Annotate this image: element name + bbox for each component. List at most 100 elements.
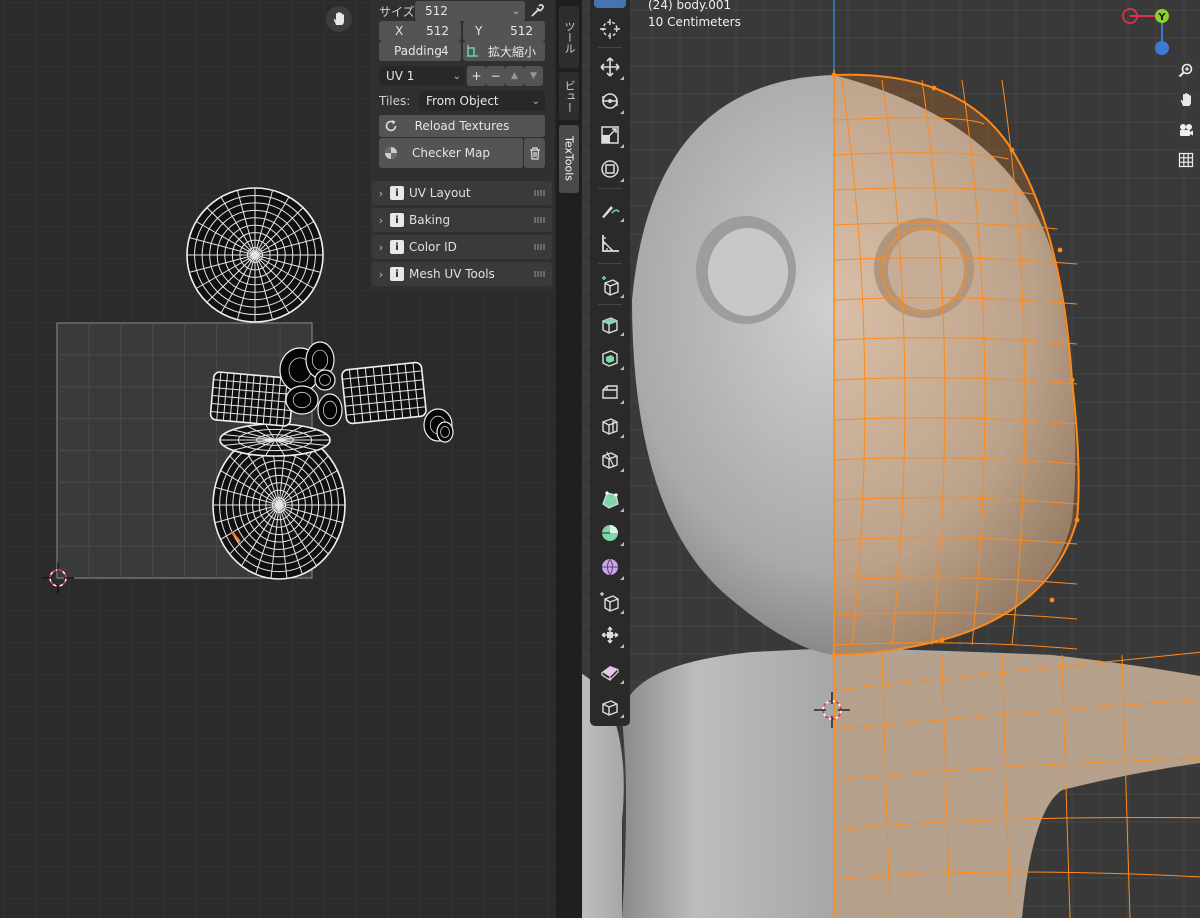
smooth-tool-icon[interactable] — [594, 552, 626, 582]
scale-button[interactable]: 拡大縮小 — [463, 41, 545, 61]
navigation-gizmo: Y — [1122, 8, 1169, 55]
chevron-down-icon: ⌄ — [531, 95, 540, 107]
trash-icon[interactable] — [524, 138, 545, 168]
rotate-tool-icon[interactable] — [594, 86, 626, 116]
uv-editor[interactable]: サイズ: 512 ⌄ X 512 Y 512 Padding 4 拡大縮小 UV… — [0, 0, 560, 918]
size-y-field[interactable]: Y 512 — [463, 21, 545, 41]
edge-slide-tool-icon[interactable] — [594, 586, 626, 616]
chevron-right-icon: › — [378, 213, 384, 227]
cursor-tool-icon[interactable] — [594, 14, 626, 44]
y-label: Y — [475, 24, 483, 38]
tiles-label: Tiles: — [379, 94, 411, 108]
scale-tool-icon[interactable] — [594, 120, 626, 150]
annotate-tool-icon[interactable] — [594, 194, 626, 224]
padding-field[interactable]: Padding 4 — [379, 41, 461, 61]
chevron-down-icon: ⌄ — [452, 70, 461, 82]
object-name-text: (24) body.001 — [648, 0, 732, 12]
reload-textures-button[interactable]: Reload Textures — [379, 115, 545, 137]
section-color-id[interactable]: › i Color ID — [372, 235, 552, 259]
section-baking[interactable]: › i Baking — [372, 208, 552, 232]
pan-hand-icon[interactable] — [1174, 88, 1198, 112]
add-cube-tool-icon[interactable] — [594, 270, 626, 300]
uv-island-left-arm — [209, 371, 295, 427]
add-uv-icon[interactable]: + — [467, 66, 486, 86]
info-icon: i — [390, 213, 404, 227]
3d-viewport[interactable]: Y (24) body.001 10 Centimeters — [582, 0, 1200, 918]
grid-scale-text: 10 Centimeters — [648, 15, 741, 29]
size-label: サイズ: — [379, 4, 419, 19]
tab-tool[interactable]: ツール — [559, 6, 579, 68]
move-down-icon[interactable]: ▼ — [524, 66, 543, 86]
checker-icon — [385, 147, 397, 159]
chevron-right-icon: › — [378, 267, 384, 281]
reload-label: Reload Textures — [414, 119, 510, 133]
inset-tool-icon[interactable] — [594, 342, 626, 372]
viewport-info: (24) body.001 10 Centimeters — [648, 0, 741, 31]
reload-icon — [385, 120, 397, 132]
info-icon: i — [390, 240, 404, 254]
uv-map-dropdown[interactable]: UV 1 ⌄ — [379, 66, 465, 86]
section-label: UV Layout — [409, 186, 471, 200]
sidebar-tabs: ツール ビュー TexTools — [556, 0, 582, 918]
checker-map-button[interactable]: Checker Map — [379, 138, 523, 168]
size-dropdown[interactable]: 512 ⌄ — [415, 1, 525, 21]
padding-label: Padding — [394, 44, 442, 58]
y-value: 512 — [510, 24, 533, 38]
grid-icon[interactable] — [1174, 148, 1198, 172]
select-box-tool-icon[interactable] — [594, 0, 626, 8]
shear-tool-icon[interactable] — [594, 656, 626, 686]
checker-label: Checker Map — [412, 146, 490, 160]
section-uv-layout[interactable]: › i UV Layout — [372, 181, 552, 205]
drag-grip-icon[interactable] — [534, 244, 546, 250]
drag-grip-icon[interactable] — [534, 190, 546, 196]
transform-tool-icon[interactable] — [594, 154, 626, 184]
uv-island-torso — [219, 423, 331, 457]
spin-tool-icon[interactable] — [594, 518, 626, 548]
poly-build-tool-icon[interactable] — [594, 484, 626, 514]
tool-shelf — [590, 0, 630, 726]
extrude-tool-icon[interactable] — [594, 308, 626, 338]
uv-map-value: UV 1 — [386, 69, 415, 83]
knife-tool-icon[interactable] — [594, 444, 626, 474]
section-label: Baking — [409, 213, 451, 227]
size-value: 512 — [425, 4, 448, 18]
eyedropper-icon[interactable] — [528, 1, 546, 21]
viewport-canvas[interactable]: Y — [582, 0, 1200, 918]
size-x-field[interactable]: X 512 — [379, 21, 461, 41]
tiles-dropdown[interactable]: From Object ⌄ — [419, 91, 545, 111]
chevron-right-icon: › — [378, 240, 384, 254]
tab-textools[interactable]: TexTools — [559, 125, 579, 193]
remove-uv-icon[interactable]: − — [486, 66, 505, 86]
scale-icon — [467, 45, 478, 57]
selected-mesh-half — [831, 70, 1200, 918]
drag-grip-icon[interactable] — [534, 217, 546, 223]
rip-region-tool-icon[interactable] — [594, 690, 626, 720]
chevron-right-icon: › — [378, 186, 384, 200]
tab-view[interactable]: ビュー — [559, 72, 579, 120]
zoom-icon[interactable] — [1174, 58, 1198, 82]
bevel-tool-icon[interactable] — [594, 376, 626, 406]
move-up-icon[interactable]: ▲ — [505, 66, 524, 86]
gizmo-z-axis — [1155, 41, 1169, 55]
uv-island-head — [186, 187, 324, 323]
x-label: X — [395, 24, 404, 38]
loop-cut-tool-icon[interactable] — [594, 410, 626, 440]
move-tool-icon[interactable] — [594, 52, 626, 82]
section-mesh-uv-tools[interactable]: › i Mesh UV Tools — [372, 262, 552, 286]
gizmo-y-label: Y — [1157, 12, 1166, 23]
x-value: 512 — [426, 24, 449, 38]
padding-value: 4 — [441, 44, 449, 58]
tiles-value: From Object — [426, 94, 499, 108]
hand-icon[interactable] — [326, 6, 352, 32]
shrink-fatten-tool-icon[interactable] — [594, 620, 626, 650]
uv-island-right-arm — [341, 361, 427, 425]
scale-label: 拡大縮小 — [488, 44, 537, 59]
section-label: Mesh UV Tools — [409, 267, 495, 281]
drag-grip-icon[interactable] — [534, 271, 546, 277]
chevron-down-icon: ⌄ — [511, 5, 520, 17]
measure-tool-icon[interactable] — [594, 228, 626, 258]
camera-icon[interactable] — [1174, 118, 1198, 142]
textools-panel: サイズ: 512 ⌄ X 512 Y 512 Padding 4 拡大縮小 UV… — [370, 0, 554, 290]
info-icon: i — [390, 186, 404, 200]
info-icon: i — [390, 267, 404, 281]
